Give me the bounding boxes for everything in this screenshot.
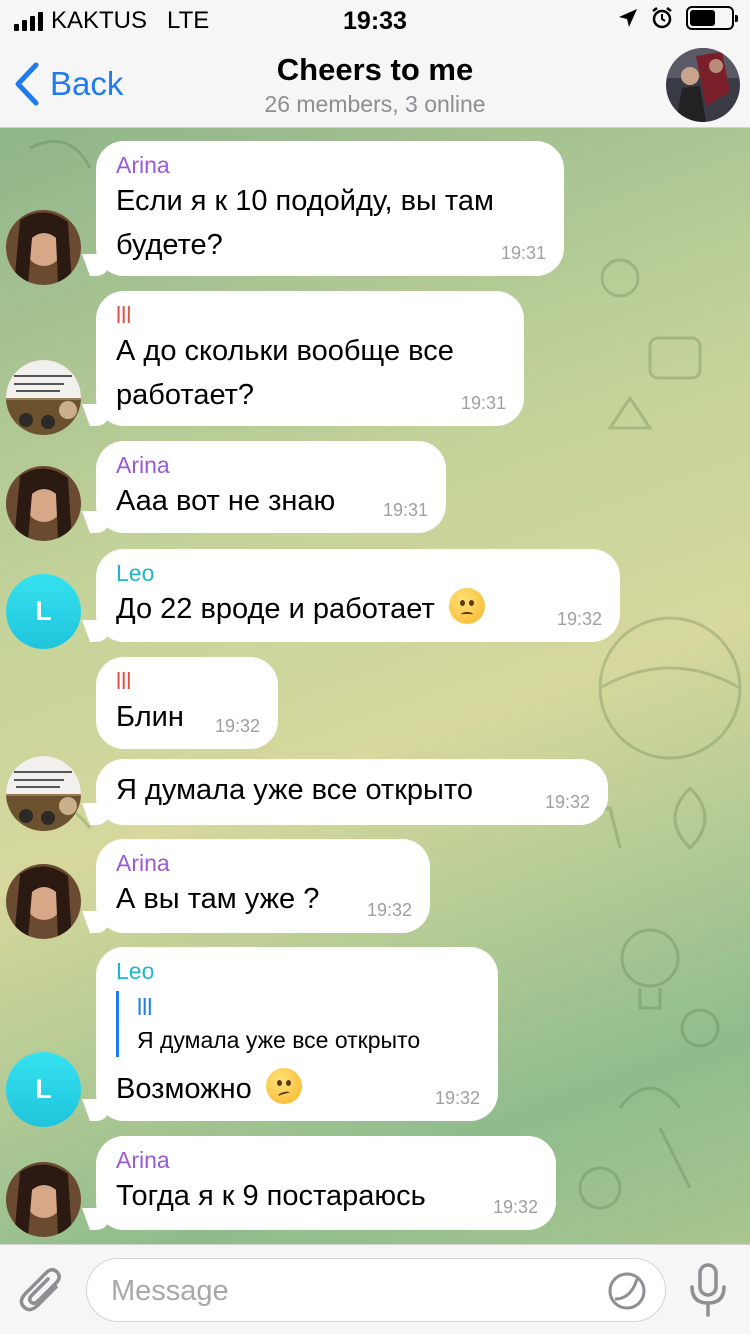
message-bubble[interactable]: Arina Тогда я к 9 постараюсь 19:32: [96, 1136, 556, 1230]
message-text-line: До 22 вроде и работает: [116, 593, 435, 625]
message-input[interactable]: [111, 1271, 591, 1311]
reply-sender: lll: [137, 994, 153, 1020]
woozy-face-icon: [265, 1068, 302, 1104]
message-text: Тогда я к 9 постараюсь: [116, 1174, 536, 1218]
status-bar: KAKTUS LTE 19:33: [0, 0, 750, 40]
message-sender: Leo: [116, 958, 155, 984]
avatar-arina[interactable]: [6, 1162, 81, 1237]
message-text: А до скольки вообще все работает?: [116, 329, 504, 417]
message-text-line: Если я к 10 подойду, вы там: [116, 185, 494, 217]
message-time: 19:31: [382, 500, 428, 520]
message-time: 19:31: [460, 393, 506, 413]
message-text-line: Я думала уже все открыто: [116, 774, 473, 806]
message-time: 19:32: [556, 609, 602, 629]
message-field[interactable]: [86, 1258, 666, 1322]
avatar-arina[interactable]: [6, 864, 81, 939]
status-right: [618, 6, 738, 30]
message-text-line: будете?: [116, 229, 223, 261]
chat-header: Back Cheers to me 26 members, 3 online: [0, 40, 750, 128]
group-avatar[interactable]: [666, 48, 740, 122]
message-bubble[interactable]: Leo До 22 вроде и работает 19:32: [96, 549, 620, 642]
message-bubble[interactable]: Leo lll Я думала уже все открыто Возможн…: [96, 947, 498, 1121]
sticker-icon[interactable]: [607, 1271, 647, 1311]
worried-face-icon: [448, 588, 485, 624]
avatar-leo[interactable]: L: [6, 574, 81, 649]
avatar-lll[interactable]: [6, 756, 81, 831]
message-bubble[interactable]: Я думала уже все открыто 19:32: [96, 759, 608, 825]
reply-preview[interactable]: lll Я думала уже все открыто: [116, 991, 478, 1057]
message-text-line: Ааа вот не знаю: [116, 485, 336, 517]
avatar-letter: L: [35, 1074, 52, 1104]
message-sender: Arina: [116, 1147, 170, 1173]
chat-subtitle: 26 members, 3 online: [264, 91, 486, 117]
message-time: 19:32: [366, 900, 412, 920]
message-time: 19:32: [214, 716, 260, 736]
chat-area[interactable]: Arina Если я к 10 подойду, вы там будете…: [0, 128, 750, 1244]
avatar-arina[interactable]: [6, 466, 81, 541]
message-text: Ааа вот не знаю: [116, 479, 426, 523]
avatar-leo[interactable]: L: [6, 1052, 81, 1127]
avatar-lll[interactable]: [6, 360, 81, 435]
message-text: Возможно: [116, 1067, 478, 1111]
message-bubble[interactable]: Arina А вы там уже ? 19:32: [96, 839, 430, 933]
message-time: 19:32: [434, 1088, 480, 1108]
message-text: До 22 вроде и работает: [116, 587, 600, 631]
battery-icon: [686, 6, 738, 30]
message-time: 19:31: [500, 243, 546, 263]
message-text-line: Возможно: [116, 1073, 252, 1105]
message-bubble[interactable]: Arina Ааа вот не знаю 19:31: [96, 441, 446, 533]
message-text: Если я к 10 подойду, вы там будете?: [116, 179, 544, 267]
attachment-icon[interactable]: [18, 1265, 66, 1317]
microphone-icon[interactable]: [688, 1263, 728, 1319]
message-text-line: работает?: [116, 379, 255, 411]
message-text-line: Тогда я к 9 постараюсь: [116, 1180, 426, 1212]
message-text: Я думала уже все открыто: [116, 768, 588, 812]
reply-text: Я думала уже все открыто: [137, 1027, 421, 1053]
message-sender: lll: [116, 668, 132, 694]
message-text-line: А вы там уже ?: [116, 883, 320, 915]
message-time: 19:32: [544, 792, 590, 812]
message-sender: lll: [116, 302, 132, 328]
message-input-bar: [0, 1244, 750, 1334]
message-bubble[interactable]: lll А до скольки вообще все работает? 19…: [96, 291, 524, 426]
location-arrow-icon: [619, 9, 637, 27]
chat-title[interactable]: Cheers to me: [0, 52, 750, 88]
message-text-line: А до скольки вообще все: [116, 335, 454, 367]
alarm-icon: [652, 7, 672, 29]
message-sender: Arina: [116, 452, 170, 478]
message-sender: Leo: [116, 560, 155, 586]
message-time: 19:32: [492, 1197, 538, 1217]
message-sender: Arina: [116, 850, 170, 876]
avatar-letter: L: [35, 596, 52, 626]
message-bubble[interactable]: lll Блин 19:32: [96, 657, 278, 749]
message-sender: Arina: [116, 152, 170, 178]
message-text: А вы там уже ?: [116, 877, 410, 921]
avatar-arina[interactable]: [6, 210, 81, 285]
message-bubble[interactable]: Arina Если я к 10 подойду, вы там будете…: [96, 141, 564, 276]
